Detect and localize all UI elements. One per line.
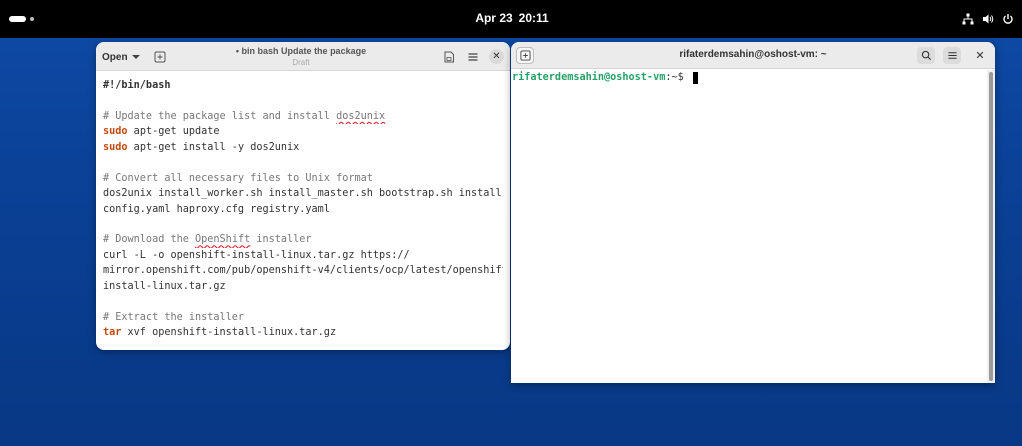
code-line: # Convert all necessary files to Unix fo… [103, 171, 503, 186]
top-bar: Apr 23 20:11 [0, 0, 1022, 38]
code-line: # Download the OpenShift installer [103, 232, 503, 247]
code-line: config.yaml haproxy.cfg registry.yaml [103, 202, 503, 217]
terminal-close-button[interactable]: ✕ [973, 48, 987, 62]
new-document-icon [154, 51, 166, 63]
code-line: install-linux.tar.gz [103, 279, 503, 294]
code-line: mirror.openshift.com/pub/openshift-v4/cl… [103, 263, 503, 278]
code-token: dos2unix [336, 110, 386, 122]
code-token: # Extract the installer [103, 311, 245, 323]
code-line: #!/bin/bash [103, 78, 503, 93]
close-icon: ✕ [975, 49, 985, 62]
editor-close-button[interactable]: ✕ [489, 49, 504, 64]
active-workspace-indicator [9, 16, 26, 22]
code-line: sudo apt-get install -y dos2unix [103, 140, 503, 155]
code-token: #!/bin/bash [103, 80, 171, 91]
chevron-down-icon [131, 55, 140, 59]
shell-prompt: rifaterdemsahin@oshost-vm:~$ [512, 71, 698, 85]
editor-title: • bin bash Update the package Draft [216, 46, 386, 68]
code-token: sudo [103, 126, 128, 138]
code-token: tar [103, 327, 122, 338]
prompt-path: :~$ [665, 72, 690, 83]
hamburger-menu-icon [468, 53, 478, 61]
code-line: dos2unix install_worker.sh install_maste… [103, 186, 503, 201]
prompt-user-host: rifaterdemsahin@oshost-vm [512, 72, 666, 83]
code-line: curl -L -o openshift-install-linux.tar.g… [103, 248, 503, 263]
terminal-scrollbar[interactable] [987, 70, 995, 383]
text-editor-window: Open • bin bash Update the package Draft… [96, 42, 510, 350]
clock-date: Apr 23 [475, 11, 513, 25]
terminal-output[interactable]: rifaterdemsahin@oshost-vm:~$ [511, 70, 987, 383]
code-line: # Extract the installer [103, 310, 503, 325]
clock[interactable]: Apr 23 20:11 [475, 11, 548, 27]
code-token: OpenShift [195, 234, 251, 246]
code-editor-area[interactable]: #!/bin/bash # Update the package list and… [103, 78, 503, 340]
editor-headerbar: Open • bin bash Update the package Draft… [96, 42, 510, 71]
code-token: apt-get update [127, 126, 220, 138]
terminal-search-button[interactable] [917, 47, 935, 64]
main-menu-button[interactable] [465, 49, 481, 65]
close-icon: ✕ [492, 51, 501, 62]
text-cursor [692, 72, 698, 84]
power-icon[interactable] [1002, 13, 1014, 25]
code-token: mirror.openshift.com/pub/openshift-v4/cl… [103, 265, 503, 277]
search-icon [921, 50, 931, 61]
code-token: xvf openshift-install-linux.tar.gz [121, 327, 337, 338]
code-token: dos2unix install_worker.sh install_maste… [103, 188, 503, 200]
clock-time: 20:11 [518, 11, 549, 25]
hamburger-menu-icon [947, 52, 957, 59]
activities-indicator[interactable] [9, 12, 34, 26]
code-token: apt-get install -y dos2unix [127, 141, 300, 153]
code-token: install-linux.tar.gz [103, 280, 226, 292]
code-token: curl -L -o openshift-install-linux.tar.g… [103, 249, 410, 261]
code-token: # Download the [103, 234, 196, 246]
workspace-dot [30, 17, 34, 21]
document-subtitle: Draft [292, 58, 310, 67]
terminal-title: rifaterdemsahin@oshost-vm: ~ [679, 49, 827, 60]
terminal-window: rifaterdemsahin@oshost-vm: ~ ✕ rifaterde… [511, 42, 995, 383]
code-token: config.yaml haproxy.cfg registry.yaml [103, 203, 330, 215]
open-button[interactable]: Open [102, 49, 140, 65]
code-line: # Update the package list and install do… [103, 109, 503, 124]
code-token: # Update the package list and install [103, 110, 337, 122]
new-tab-icon [519, 50, 531, 61]
code-line: sudo apt-get update [103, 124, 503, 139]
terminal-headerbar: rifaterdemsahin@oshost-vm: ~ ✕ [511, 42, 995, 69]
open-button-label: Open [102, 51, 128, 63]
terminal-new-tab-button[interactable] [516, 47, 534, 64]
code-token: # Convert all necessary files to Unix fo… [103, 172, 373, 184]
code-token: sudo [103, 141, 128, 153]
network-icon[interactable] [962, 13, 974, 25]
terminal-menu-button[interactable] [943, 47, 961, 64]
save-button[interactable] [441, 49, 457, 65]
code-token: installer [250, 234, 312, 246]
volume-icon[interactable] [982, 13, 994, 25]
new-tab-button[interactable] [152, 49, 168, 65]
save-icon [444, 51, 454, 63]
document-title: • bin bash Update the package [235, 46, 367, 56]
scrollbar-thumb[interactable] [989, 72, 993, 381]
system-tray[interactable] [962, 11, 1014, 27]
code-line: tar xvf openshift-install-linux.tar.gz [103, 325, 503, 340]
